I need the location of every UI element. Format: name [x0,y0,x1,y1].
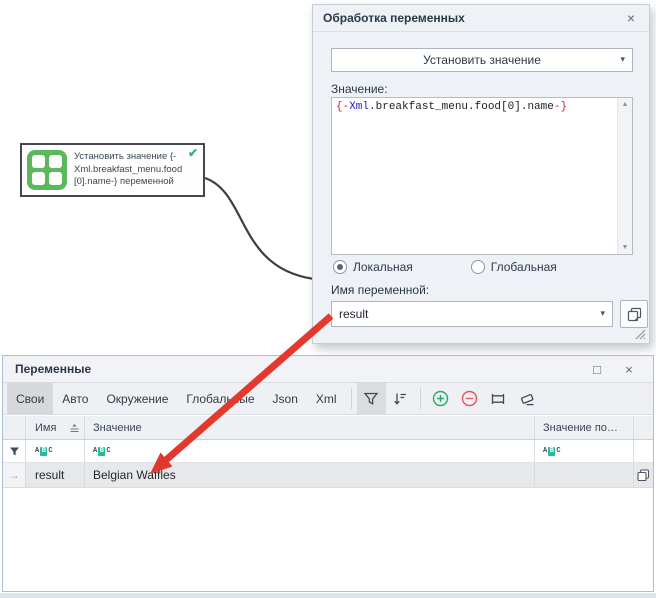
copy-icon [627,307,642,322]
filter-row-indicator [3,440,26,462]
close-icon[interactable]: × [623,10,639,26]
edit-columns-button[interactable] [484,383,513,414]
flow-node-set-value[interactable]: Установить значение {- Xml.breakfast_men… [20,143,205,197]
minus-circle-icon [461,390,478,407]
expression-text: {-Xml.breakfast_menu.food[0].name-} [332,98,617,254]
action-type-value: Установить значение [423,53,541,67]
maximize-icon[interactable]: □ [585,362,609,377]
variables-panel: Переменные □ × Свои Авто Окружение Глоба… [2,355,654,592]
plus-circle-icon [432,390,449,407]
scroll-down-icon[interactable]: ▼ [622,244,629,251]
abc-filter-icon: ABC [543,447,561,456]
header-cell-indicator [3,416,26,439]
cell-value: Belgian Waffles [85,463,535,487]
remove-variable-button[interactable] [455,383,484,414]
table-row-result[interactable]: → result Belgian Waffles [3,463,653,488]
dialog-title: Обработка переменных [323,11,623,25]
panel-title: Переменные [15,362,585,376]
sort-button[interactable] [386,383,415,414]
cell-name: result [26,463,85,487]
filter-input-value-by[interactable]: ABC [535,440,634,462]
node-label: Установить значение {- Xml.breakfast_men… [74,151,182,189]
toolbar-separator [351,388,352,409]
action-type-dropdown[interactable]: Установить значение ▾ [331,48,633,72]
global-scope-radio[interactable] [471,260,485,274]
local-scope-radio[interactable] [333,260,347,274]
dialog-header: Обработка переменных × [313,5,649,32]
tab-xml[interactable]: Xml [307,383,346,414]
tab-json[interactable]: Json [264,383,307,414]
add-variable-button[interactable] [426,383,455,414]
expression-path: .breakfast_menu.food[0].name [369,101,554,113]
success-check-icon: ✔ [188,146,198,160]
chevron-down-icon: ▾ [600,308,605,319]
table-filter-row: ABC ABC ABC [3,440,653,463]
resize-grip[interactable] [634,328,646,340]
row-indicator: → [3,463,26,487]
frame-icon [490,391,506,407]
filter-toggle-button[interactable] [357,383,386,414]
header-cell-actions [634,416,653,439]
value-label: Значение: [331,82,388,96]
sort-icon [392,391,408,407]
scroll-up-icon[interactable]: ▲ [622,101,629,108]
abc-filter-icon: ABC [35,447,53,456]
sort-ascending-icon [69,423,80,433]
close-icon[interactable]: × [617,362,641,377]
header-cell-value-by[interactable]: Значение по… [535,416,634,439]
copy-variable-button[interactable] [620,300,648,328]
filter-input-value[interactable]: ABC [85,440,535,462]
variable-processing-dialog: Обработка переменных × Установить значен… [312,4,650,344]
scope-radio-group: Локальная Глобальная [333,260,557,274]
table-header-row: Имя Значение Значение по… [3,416,653,440]
grid-icon [27,150,67,190]
variable-name-value: result [339,307,368,321]
variable-name-combobox[interactable]: result ▾ [331,301,613,327]
expression-object: Xml [349,101,369,113]
row-copy-button[interactable] [634,463,653,487]
tab-okruzhenie[interactable]: Окружение [97,383,177,414]
tab-svoi[interactable]: Свои [7,383,53,414]
copy-icon [637,469,650,482]
clear-button[interactable] [513,383,542,414]
window-bottom-edge [0,593,656,598]
expression-open: {- [336,101,349,113]
panel-titlebar: Переменные □ × [3,356,653,383]
header-cell-name[interactable]: Имя [26,416,85,439]
expression-close: -} [554,101,567,113]
global-scope-label: Глобальная [491,260,557,274]
funnel-icon [9,446,20,457]
value-expression-textarea[interactable]: {-Xml.breakfast_menu.food[0].name-} ▲ ▼ [331,97,633,255]
abc-filter-icon: ABC [93,447,111,456]
filter-cell-actions [634,440,653,462]
panel-tabbar: Свои Авто Окружение Глобальные Json Xml [3,383,653,415]
chevron-down-icon: ▾ [620,54,625,65]
variable-name-label: Имя переменной: [331,283,429,297]
tab-avto[interactable]: Авто [53,383,97,414]
eraser-icon [519,391,536,407]
tab-globalnye[interactable]: Глобальные [177,383,263,414]
textarea-scrollbar[interactable]: ▲ ▼ [617,98,632,254]
header-cell-value[interactable]: Значение [85,416,535,439]
cell-value-by [535,463,634,487]
local-scope-label: Локальная [353,260,413,274]
toolbar-separator [420,388,421,409]
funnel-icon [363,391,379,407]
filter-input-name[interactable]: ABC [26,440,85,462]
row-arrow-icon: → [8,468,20,482]
